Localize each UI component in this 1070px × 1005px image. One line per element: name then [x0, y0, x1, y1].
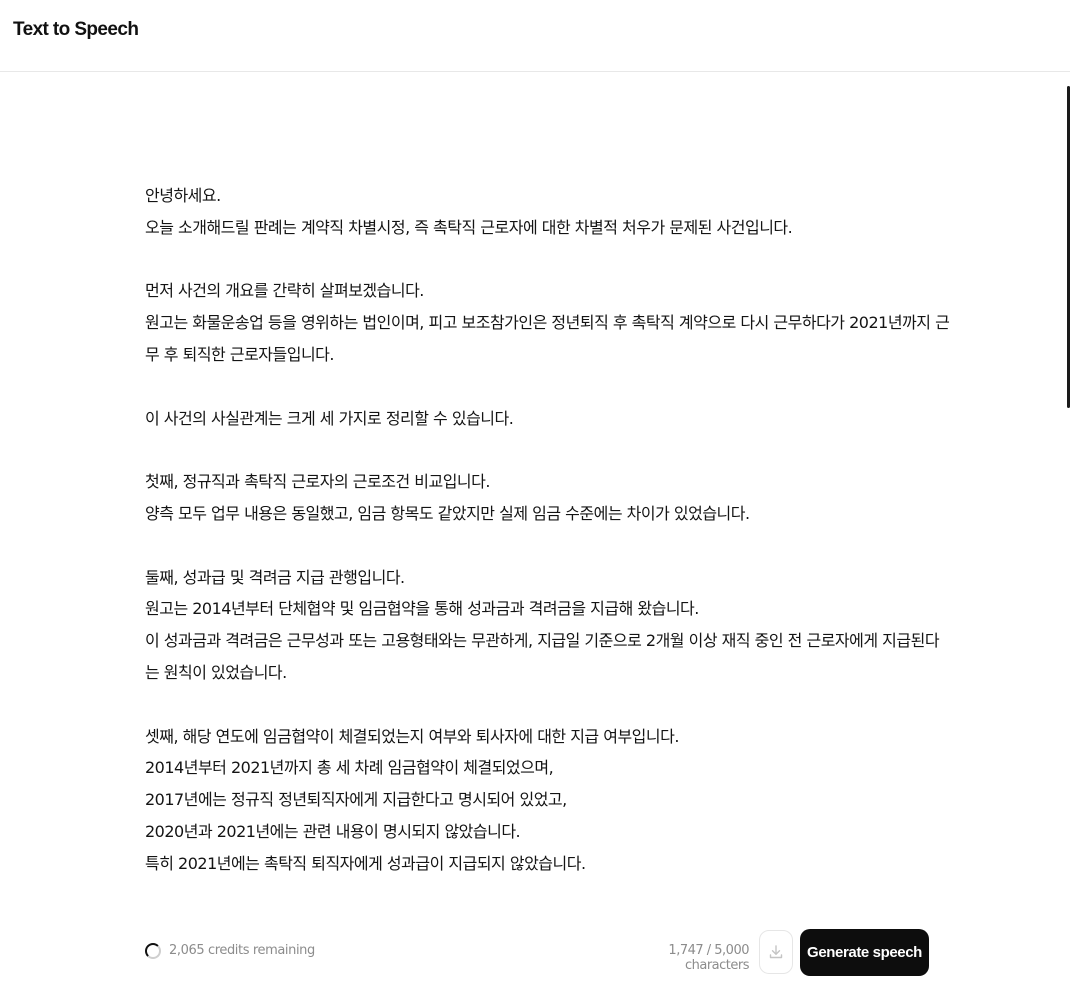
credits-remaining: 2,065 credits remaining	[169, 943, 315, 958]
text-line: 둘째, 성과급 및 격려금 지급 관행입니다.	[145, 567, 405, 587]
text-line: 원고는 2014년부터 단체협약 및 임금협약을 통해 성과금과 격려금을 지급…	[145, 599, 699, 619]
text-line: 특히 2021년에는 촉탁직 퇴직자에게 성과급이 지급되지 않았습니다.	[145, 853, 586, 873]
generate-speech-button[interactable]: Generate speech	[800, 929, 929, 976]
text-line: 2020년과 2021년에는 관련 내용이 명시되지 않았습니다.	[145, 821, 521, 841]
footer-bar: 2,065 credits remaining 1,747 / 5,000 ch…	[0, 920, 1070, 984]
top-bar: Text to Speech	[0, 0, 1070, 72]
text-line: 먼저 사건의 개요를 간략히 살펴보겠습니다.	[145, 281, 424, 301]
text-line: 원고는 화물운송업 등을 영위하는 법인이며, 피고 보조참가인은 정년퇴직 후…	[145, 313, 950, 333]
text-line: 이 사건의 사실관계는 크게 세 가지로 정리할 수 있습니다.	[145, 408, 514, 428]
text-line: 셋째, 해당 연도에 임금협약이 체결되었는지 여부와 퇴사자에 대한 지급 여…	[145, 726, 679, 746]
text-line: 오늘 소개해드릴 판례는 계약직 차별시정, 즉 촉탁직 근로자에 대한 차별적…	[145, 217, 793, 237]
text-line: 무 후 퇴직한 근로자들입니다.	[145, 344, 334, 364]
download-button[interactable]	[759, 930, 793, 974]
text-editor[interactable]: 안녕하세요. 오늘 소개해드릴 판례는 계약직 차별시정, 즉 촉탁직 근로자에…	[145, 180, 950, 880]
text-line: 첫째, 정규직과 촉탁직 근로자의 근로조건 비교입니다.	[145, 472, 490, 492]
character-count: 1,747 / 5,000 characters	[668, 943, 749, 973]
text-line: 2014년부터 2021년까지 총 세 차례 임금협약이 체결되었으며,	[145, 758, 554, 778]
text-line: 2017년에는 정규직 정년퇴직자에게 지급한다고 명시되어 있었고,	[145, 790, 567, 810]
text-line: 는 원칙이 있었습니다.	[145, 662, 287, 682]
text-line: 이 성과금과 격려금은 근무성과 또는 고용형태와는 무관하게, 지급일 기준으…	[145, 631, 940, 651]
download-icon	[769, 945, 783, 959]
progress-ring-icon	[145, 943, 161, 959]
text-line: 안녕하세요.	[145, 186, 221, 205]
text-line: 양측 모두 업무 내용은 동일했고, 임금 항목도 같았지만 실제 임금 수준에…	[145, 503, 750, 523]
page-title: Text to Speech	[13, 19, 139, 40]
